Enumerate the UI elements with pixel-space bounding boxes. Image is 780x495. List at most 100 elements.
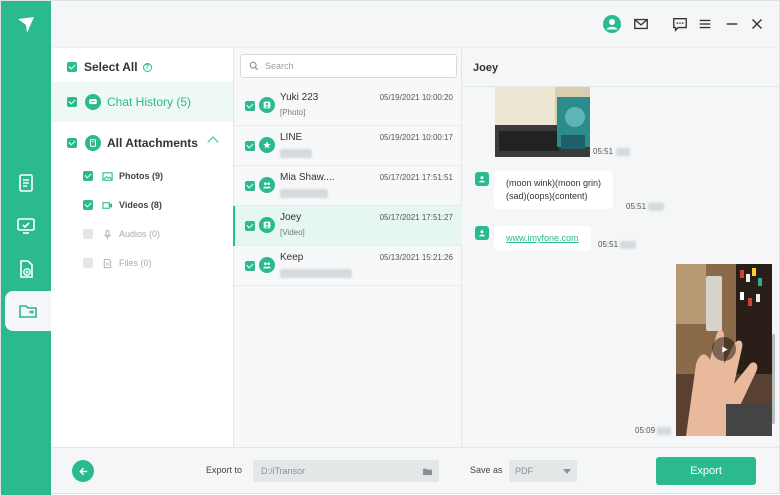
files-checkbox[interactable] [83,258,93,268]
select-all-row[interactable]: Select All ? [51,58,233,76]
search-box[interactable] [240,54,457,78]
rail-item-file-add[interactable] [1,249,51,289]
contact-avatar-icon [475,226,489,240]
export-to-label: Export to [206,465,243,475]
save-as-label: Save as [470,465,503,475]
search-icon [249,61,259,71]
chat-name: Keep [280,252,304,263]
chat-item-joey[interactable]: Joey [Video] 05/17/2021 17:51:27 [233,206,463,246]
conversation-scrollbar[interactable] [772,334,775,424]
category-chat-history[interactable]: Chat History (5) [51,82,233,122]
contact-icon [259,97,275,113]
mail-icon[interactable] [632,15,650,33]
export-button[interactable]: Export [656,457,756,485]
category-all-attachments[interactable]: All Attachments [51,130,233,156]
message-time: 05:51 [626,202,647,211]
conversation-panel: Joey 05:51 (moon wink)(moon grin) (sad)(… [462,47,779,447]
conversation-title: Joey [473,62,499,74]
contact-icon [259,217,275,233]
document-icon [19,174,33,192]
all-attachments-label: All Attachments [107,136,198,150]
select-all-checkbox[interactable] [67,62,77,72]
blurred-preview [280,189,328,198]
microphone-icon [101,228,113,240]
select-all-label: Select All [84,60,138,74]
message-link[interactable]: www.imyfone.com [506,233,579,243]
attachment-videos[interactable]: Videos (8) [51,195,233,215]
blurred-time [657,427,671,435]
folder-export-icon [19,305,37,318]
arrow-left-icon [78,467,87,475]
chat-preview: [Photo] [280,108,306,117]
videos-checkbox[interactable] [83,200,93,210]
minimize-icon[interactable] [723,15,741,33]
format-select[interactable]: PDF [509,460,577,482]
blurred-preview [280,269,352,278]
message-text-line: (moon wink)(moon grin) [506,178,602,188]
chat-name: Yuki 223 [280,92,319,103]
attachment-audios[interactable]: Audios (0) [51,224,233,244]
chat-preview: [Video] [280,228,305,237]
app-window: Select All ? Chat History (5) All Attach… [0,0,780,495]
chat-checkbox[interactable] [245,221,255,231]
files-label: Files (0) [119,258,152,268]
chat-checkbox[interactable] [245,181,255,191]
export-path-value: D:/iTransor [261,466,306,476]
chat-checkbox[interactable] [245,141,255,151]
feedback-icon[interactable] [671,15,689,33]
bottom-bar: Export to D:/iTransor Save as PDF Export [51,447,779,493]
file-icon [101,257,113,269]
blurred-time [620,241,636,249]
blurred-time [616,148,630,156]
chat-checkbox[interactable] [245,101,255,111]
all-attachments-checkbox[interactable] [67,138,77,148]
rail-item-document[interactable] [1,163,51,203]
photo-message[interactable] [495,87,590,157]
folder-icon[interactable] [421,465,433,477]
chat-bubble-icon [85,94,101,110]
attachment-files[interactable]: Files (0) [51,253,233,273]
audios-label: Audios (0) [119,229,161,239]
chat-item-mia[interactable]: Mia Shaw.... 05/17/2021 17:51:51 [234,166,463,206]
chat-checkbox[interactable] [245,261,255,271]
left-rail [1,1,51,495]
back-button[interactable] [72,460,94,482]
contact-avatar-icon [475,172,489,186]
audios-checkbox[interactable] [83,229,93,239]
message-time: 05:51 [598,240,619,249]
play-icon [721,345,728,353]
chat-history-checkbox[interactable] [67,97,77,107]
format-value: PDF [515,466,533,476]
video-icon [101,199,113,211]
play-button[interactable] [712,337,736,361]
text-message-bubble: (moon wink)(moon grin) (sad)(oops)(conte… [494,171,614,209]
group-icon [259,257,275,273]
close-icon[interactable] [748,15,766,33]
chat-item-keep[interactable]: Keep 05/13/2021 15:21:26 [234,246,463,286]
menu-icon[interactable] [696,15,714,33]
rail-item-transfer[interactable] [1,206,51,246]
user-avatar-icon[interactable] [603,15,621,33]
filter-panel: Select All ? Chat History (5) All Attach… [51,47,233,447]
attachment-photos[interactable]: Photos (9) [51,166,233,186]
photos-checkbox[interactable] [83,171,93,181]
chat-name: LINE [280,132,303,143]
chat-time: 05/13/2021 15:21:26 [379,253,453,262]
search-input[interactable] [265,61,445,71]
title-bar [51,1,779,47]
chat-item-yuki[interactable]: Yuki 223 [Photo] 05/19/2021 10:00:20 [234,86,463,126]
chat-list-panel: Yuki 223 [Photo] 05/19/2021 10:00:20 LIN… [233,47,463,447]
help-icon[interactable]: ? [142,62,152,72]
chat-item-line[interactable]: LINE 05/19/2021 10:00:17 [234,126,463,166]
chevron-up-icon[interactable] [207,136,219,148]
group-icon [259,177,275,193]
chat-name: Joey [280,212,302,223]
rail-item-export[interactable] [5,291,51,331]
export-path-field[interactable]: D:/iTransor [253,460,439,482]
video-message[interactable] [676,264,772,436]
chat-history-label: Chat History (5) [107,95,192,109]
chat-name: Mia Shaw.... [280,172,335,183]
app-logo-icon [16,15,36,35]
chat-time: 05/17/2021 17:51:51 [379,173,453,182]
chevron-down-icon [563,469,571,474]
